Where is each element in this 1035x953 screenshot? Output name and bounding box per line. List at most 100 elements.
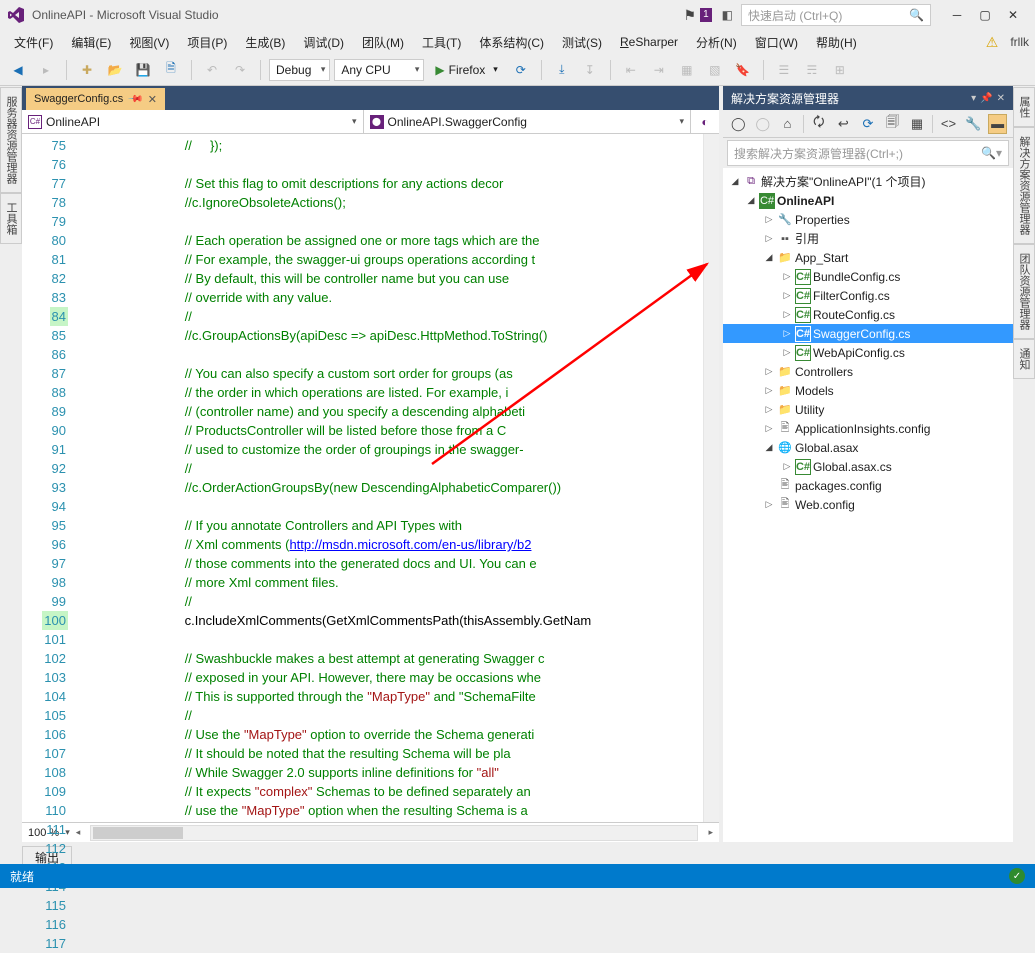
panel-close-icon[interactable]: ✕ (997, 93, 1005, 104)
save-button[interactable]: 💾 (131, 58, 155, 82)
vertical-scrollbar[interactable] (703, 134, 719, 822)
menu-resharper[interactable]: ReSharper (612, 33, 686, 51)
status-ok-icon[interactable]: ✓ (1009, 868, 1025, 884)
save-all-button[interactable]: 🗎 (159, 58, 183, 82)
file-webapiconfig[interactable]: ▷C#WebApiConfig.cs (723, 343, 1013, 362)
file-appinsights[interactable]: ▷🖹ApplicationInsights.config (723, 419, 1013, 438)
sol-properties-button[interactable]: <> (939, 114, 958, 134)
account-name[interactable]: frllk (1010, 35, 1029, 49)
browser-refresh-button[interactable]: ⟳ (509, 58, 533, 82)
folder-models[interactable]: ▷📁Models (723, 381, 1013, 400)
redo-button[interactable]: ↷ (228, 58, 252, 82)
sol-refresh-button[interactable]: ⟳ (859, 114, 878, 134)
menu-window[interactable]: 窗口(W) (747, 32, 806, 53)
scrollbar-thumb[interactable] (93, 827, 183, 839)
folder-controllers[interactable]: ▷📁Controllers (723, 362, 1013, 381)
minimize-button[interactable]: ─ (943, 4, 971, 26)
sol-collapse-button[interactable]: 🗐 (883, 114, 902, 134)
toolbox-tab[interactable]: 工具箱 (0, 193, 22, 244)
maximize-button[interactable]: ▢ (971, 4, 999, 26)
references-node[interactable]: ▷▪▪引用 (723, 229, 1013, 248)
solution-platform-combo[interactable]: Any CPU (334, 59, 424, 81)
pin-icon[interactable]: 📌 (127, 91, 144, 108)
team-explorer-tab[interactable]: 团队资源管理器 (1013, 244, 1035, 339)
file-packages[interactable]: 🖹packages.config (723, 476, 1013, 495)
member-combo[interactable]: ◐ (691, 110, 719, 133)
folder-appstart[interactable]: ◢📁App_Start (723, 248, 1013, 267)
properties-node[interactable]: ▷🔧Properties (723, 210, 1013, 229)
file-swaggerconfig[interactable]: ▷C#SwaggerConfig.cs (723, 324, 1013, 343)
sol-fwd-button[interactable]: ◯ (754, 114, 773, 134)
undo-button[interactable]: ↶ (200, 58, 224, 82)
scroll-right-icon[interactable]: ▸ (708, 827, 713, 838)
menu-file[interactable]: 文件(F) (6, 32, 61, 53)
horizontal-scrollbar[interactable] (90, 825, 698, 841)
folder-utility[interactable]: ▷📁Utility (723, 400, 1013, 419)
file-routeconfig[interactable]: ▷C#RouteConfig.cs (723, 305, 1013, 324)
scroll-left-icon[interactable]: ◂ (76, 827, 81, 838)
sol-track-button[interactable]: ▬ (988, 114, 1007, 134)
panel-pin-icon[interactable]: 📌 (980, 93, 992, 104)
open-file-button[interactable]: 📂 (103, 58, 127, 82)
close-button[interactable]: ✕ (999, 4, 1027, 26)
indent-more-button[interactable]: ⇥ (647, 58, 671, 82)
file-filterconfig[interactable]: ▷C#FilterConfig.cs (723, 286, 1013, 305)
nav-back-button[interactable]: ◀ (6, 58, 30, 82)
solution-explorer-tab[interactable]: 解决方案资源管理器 (1013, 127, 1035, 244)
panel-dropdown-icon[interactable]: ▾ (971, 93, 976, 104)
indent-less-button[interactable]: ⇤ (619, 58, 643, 82)
close-tab-icon[interactable]: ✕ (148, 93, 157, 106)
server-explorer-tab[interactable]: 服务器资源管理器 (0, 87, 22, 193)
new-project-button[interactable]: ✚ (75, 58, 99, 82)
ext3-button[interactable]: ⊞ (828, 58, 852, 82)
nav-forward-button[interactable]: ▸ (34, 58, 58, 82)
solution-config-combo[interactable]: Debug (269, 59, 330, 81)
sol-sync-button[interactable]: 🗘 (810, 114, 829, 134)
step-into-button[interactable]: ↧ (578, 58, 602, 82)
outline-margin[interactable] (78, 134, 92, 822)
scope-combo[interactable]: ⬤ OnlineAPI.SwaggerConfig (364, 110, 691, 133)
notification-badge[interactable]: 1 (700, 8, 712, 22)
notifications-tab[interactable]: 通知 (1013, 339, 1035, 379)
menu-architecture[interactable]: 体系结构(C) (471, 32, 552, 53)
code-text[interactable]: // }); // Set this flag to omit descript… (92, 134, 703, 822)
code-editor[interactable]: 7576777879808182838485868788899091929394… (22, 134, 719, 822)
comment-button[interactable]: ▦ (675, 58, 699, 82)
uncomment-button[interactable]: ▧ (703, 58, 727, 82)
menu-view[interactable]: 视图(V) (121, 32, 177, 53)
warning-icon[interactable]: ⚠ (986, 34, 999, 51)
document-tab-swaggerconfig[interactable]: SwaggerConfig.cs 📌 ✕ (26, 88, 165, 110)
sol-preview-button[interactable]: 🔧 (964, 114, 983, 134)
solution-search-input[interactable]: 搜索解决方案资源管理器(Ctrl+;) 🔍▾ (727, 140, 1009, 166)
menu-project[interactable]: 项目(P) (179, 32, 235, 53)
file-bundleconfig[interactable]: ▷C#BundleConfig.cs (723, 267, 1013, 286)
start-debug-button[interactable]: ▶Firefox▾ (428, 59, 504, 81)
ext1-button[interactable]: ☰ (772, 58, 796, 82)
step-button[interactable]: ⤓ (550, 58, 574, 82)
sol-home-button[interactable]: ⌂ (778, 114, 797, 134)
file-globalasax[interactable]: ◢🌐Global.asax (723, 438, 1013, 457)
ext2-button[interactable]: ☴ (800, 58, 824, 82)
bookmark-button[interactable]: 🔖 (731, 58, 755, 82)
sol-showall-button[interactable]: ▦ (908, 114, 927, 134)
quick-launch-input[interactable]: 快速启动 (Ctrl+Q) 🔍 (741, 4, 931, 26)
project-node[interactable]: ◢C#OnlineAPI (723, 191, 1013, 210)
menu-analyze[interactable]: 分析(N) (688, 32, 745, 53)
sol-pending-button[interactable]: ↩ (834, 114, 853, 134)
solution-tree[interactable]: ◢⧉解决方案"OnlineAPI"(1 个项目) ◢C#OnlineAPI ▷🔧… (723, 168, 1013, 842)
properties-tab[interactable]: 属性 (1013, 87, 1035, 127)
file-globalasax-cs[interactable]: ▷C#Global.asax.cs (723, 457, 1013, 476)
feedback-icon[interactable]: ◧ (722, 8, 733, 22)
menu-debug[interactable]: 调试(D) (295, 32, 352, 53)
solution-node[interactable]: ◢⧉解决方案"OnlineAPI"(1 个项目) (723, 172, 1013, 191)
menu-tools[interactable]: 工具(T) (414, 32, 469, 53)
sol-back-button[interactable]: ◯ (729, 114, 748, 134)
menu-test[interactable]: 测试(S) (554, 32, 610, 53)
menu-edit[interactable]: 编辑(E) (63, 32, 119, 53)
project-combo[interactable]: C# OnlineAPI (22, 110, 364, 133)
file-webconfig[interactable]: ▷🖹Web.config (723, 495, 1013, 514)
menu-help[interactable]: 帮助(H) (808, 32, 865, 53)
menu-build[interactable]: 生成(B) (237, 32, 293, 53)
feedback-flag-icon[interactable]: ⚑ (684, 7, 697, 24)
menu-team[interactable]: 团队(M) (354, 32, 412, 53)
